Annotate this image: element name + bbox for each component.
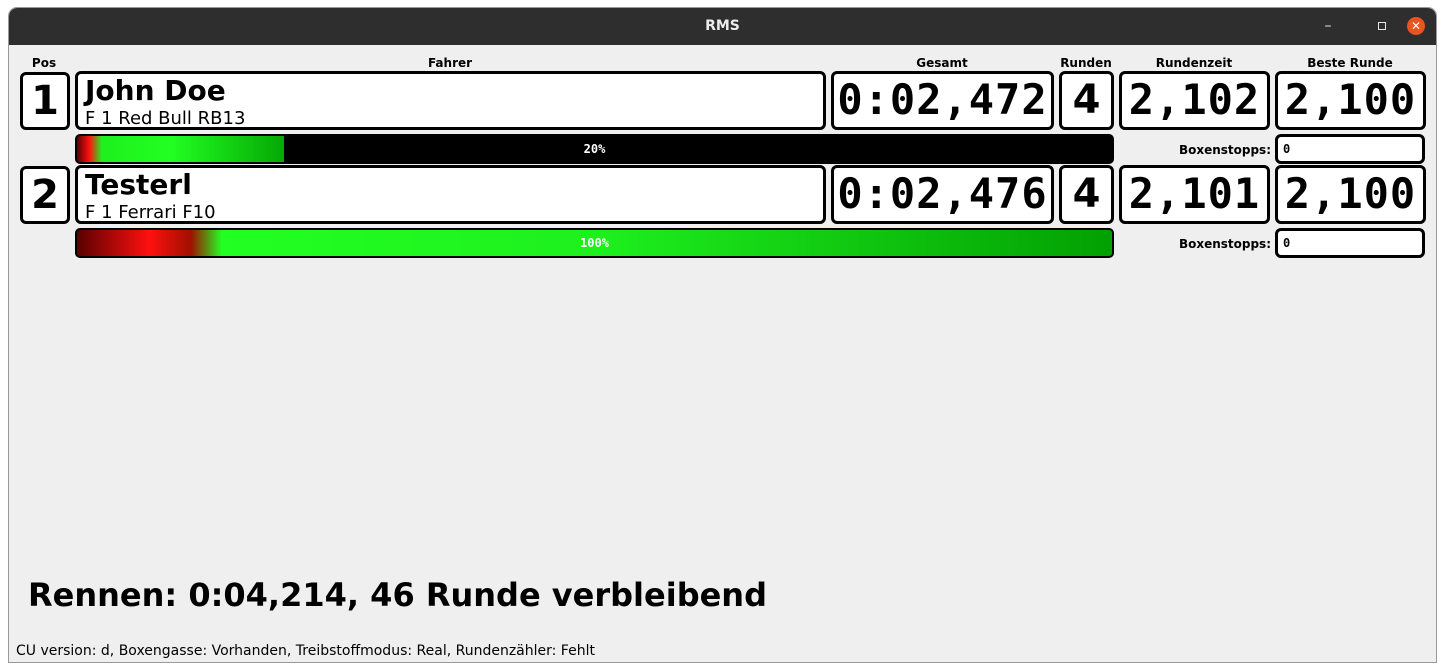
lap-time-cell: 2,101 [1119,165,1270,224]
app-window: RMS – ✕ Pos Fahrer Gesamt Runden Rundenz… [9,8,1436,662]
position-cell: 1 [20,72,70,130]
header-driver: Fahrer [427,56,473,70]
header-best-lap: Beste Runde [1307,56,1393,70]
header-pos: Pos [31,56,57,70]
leaderboard: Pos Fahrer Gesamt Runden Rundenzeit Best… [9,45,1436,662]
fuel-progress-label: 20% [583,142,606,156]
header-lap-time: Rundenzeit [1155,56,1233,70]
maximize-icon[interactable] [1373,17,1391,35]
driver-cell: John Doe F 1 Red Bull RB13 [75,71,826,130]
total-time-cell: 0:02,476 [831,165,1054,224]
car-name: F 1 Red Bull RB13 [85,108,246,129]
pit-stops-label: Boxenstopps: [1178,237,1271,251]
pit-stops-value: 0 [1275,134,1425,164]
close-icon[interactable]: ✕ [1407,17,1425,35]
pit-stops-value: 0 [1275,228,1425,258]
fuel-progress-bar: 20% [75,134,1114,164]
laps-cell: 4 [1059,165,1114,224]
lap-time-cell: 2,102 [1119,71,1270,130]
best-lap-cell: 2,100 [1275,165,1426,224]
driver-cell: Testerl F 1 Ferrari F10 [75,165,826,224]
fuel-progress-label: 100% [580,236,609,250]
driver-name: Testerl [85,168,192,201]
position-cell: 2 [20,166,70,224]
driver-name: John Doe [85,74,226,107]
laps-cell: 4 [1059,71,1114,130]
status-bar: CU version: d, Boxengasse: Vorhanden, Tr… [16,643,595,659]
window-title: RMS [705,18,740,34]
total-time-cell: 0:02,472 [831,71,1054,130]
car-name: F 1 Ferrari F10 [85,202,216,223]
header-total: Gesamt [916,56,968,70]
fuel-progress-bar: 100% [75,228,1114,258]
title-bar[interactable]: RMS – ✕ [9,8,1436,45]
best-lap-cell: 2,100 [1275,71,1426,130]
minimize-icon[interactable]: – [1319,17,1337,35]
pit-stops-label: Boxenstopps: [1178,143,1271,157]
header-laps: Runden [1060,56,1112,70]
race-status: Rennen: 0:04,214, 46 Runde verbleibend [28,576,767,614]
